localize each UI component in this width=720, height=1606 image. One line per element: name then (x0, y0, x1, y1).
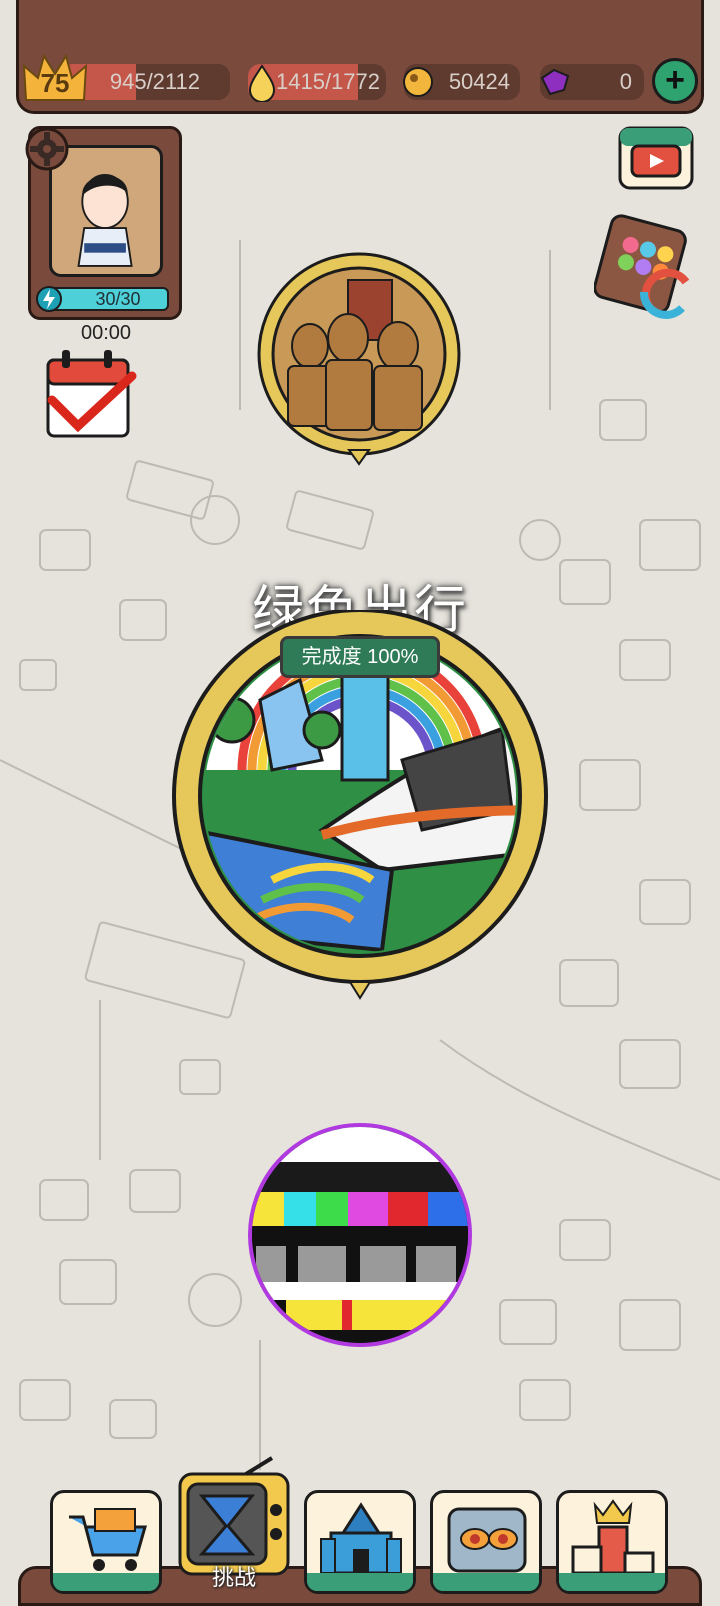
trophy-podium-icon (571, 1499, 655, 1575)
coin-text: 50424 (448, 69, 510, 94)
nav-shop-button[interactable] (50, 1490, 162, 1594)
gem-counter: 0 (540, 64, 644, 100)
watch-video-icon[interactable] (616, 120, 696, 192)
gem-text: 0 (619, 69, 632, 94)
monster-tv-icon (447, 1507, 527, 1573)
lightning-icon (36, 286, 62, 312)
locked-glitch-badge[interactable] (246, 1122, 474, 1348)
nav-challenge-label: 挑战 (211, 1565, 256, 1590)
exp-text: 945/2112 (109, 69, 200, 94)
nav-city-button[interactable] (304, 1490, 416, 1594)
nav-ranking-button[interactable] (556, 1490, 668, 1594)
daily-checkin-calendar-icon[interactable] (42, 346, 138, 442)
gem-exchange-icon[interactable] (594, 212, 694, 322)
shopping-cart-icon (69, 1508, 147, 1571)
add-currency-button[interactable]: + (652, 58, 698, 104)
level-badge: 75 (22, 52, 88, 104)
energy-text: 30/30 (95, 289, 141, 309)
settings-gear-icon[interactable] (24, 126, 70, 172)
nav-monster-button[interactable] (430, 1490, 542, 1594)
castle-icon (320, 1502, 402, 1575)
stamina-drop-icon (248, 64, 276, 102)
energy-bar: 30/30 (36, 286, 169, 312)
purple-gem-icon (540, 68, 570, 96)
coin-icon (403, 67, 433, 97)
level-text: 75 (40, 68, 70, 98)
stamina-bar: 1415/1772 (248, 64, 386, 102)
stamina-text: 1415/1772 (276, 69, 380, 94)
coin-counter: 50424 (403, 64, 520, 100)
energy-timer: 00:00 (80, 322, 132, 344)
terracotta-warriors-badge[interactable] (248, 250, 470, 468)
completion-badge: 完成度 100% (280, 636, 440, 678)
